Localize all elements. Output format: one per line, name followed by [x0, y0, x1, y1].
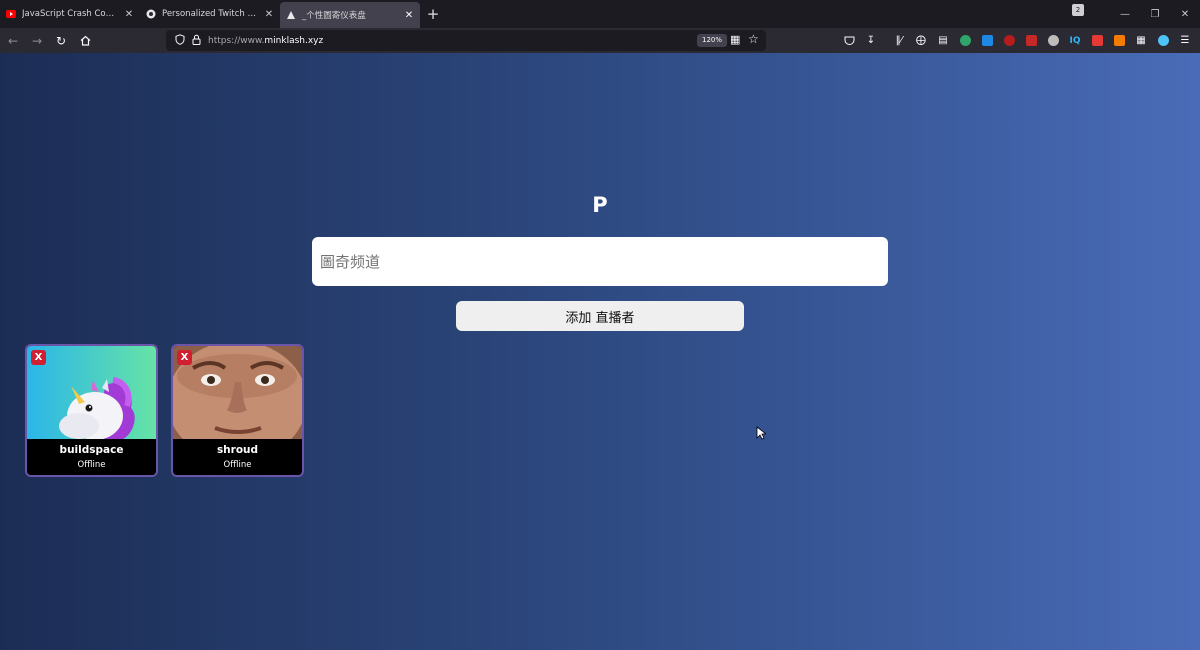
- qr-code-icon[interactable]: ▦: [730, 33, 740, 46]
- close-tab-icon[interactable]: ✕: [404, 10, 414, 21]
- grid-extension-icon[interactable]: ▦: [1132, 32, 1150, 49]
- tab-title: Personalized Twitch Dashboard: [162, 9, 258, 19]
- pocket-icon[interactable]: [840, 32, 858, 49]
- youtube-icon: [6, 9, 16, 19]
- iq-extension-icon[interactable]: IQ: [1066, 32, 1084, 49]
- tab-title: _个性圖寄仪表盘: [302, 11, 366, 21]
- close-tab-icon[interactable]: ✕: [264, 9, 274, 20]
- window-close-icon[interactable]: ✕: [1170, 9, 1200, 20]
- streamer-name: buildspace: [59, 444, 124, 456]
- mouse-cursor-icon: [756, 426, 766, 440]
- page-title: P: [592, 193, 608, 217]
- home-icon[interactable]: [74, 30, 96, 52]
- streamer-status: Offline: [223, 460, 252, 470]
- streamer-status: Offline: [77, 460, 106, 470]
- bookmark-star-icon[interactable]: ☆: [748, 32, 759, 46]
- add-streamer-button[interactable]: 添加 直播者: [456, 301, 744, 331]
- forward-arrow-icon[interactable]: →: [26, 30, 48, 52]
- channel-search-input[interactable]: [312, 237, 888, 286]
- streamer-info: shroud Offline: [173, 439, 302, 475]
- extension-toolbar: ↧ ‖⁄ ⨁ ▤ IQ ▦ ☰: [840, 32, 1194, 49]
- lock-icon[interactable]: [188, 34, 204, 48]
- menu-hamburger-icon[interactable]: ☰: [1176, 32, 1194, 49]
- remove-streamer-button[interactable]: X: [31, 350, 46, 365]
- tab-strip: JavaScript Crash Course For Beginners ✕ …: [0, 0, 1200, 28]
- download-icon[interactable]: ↧: [862, 32, 880, 49]
- close-tab-icon[interactable]: ✕: [124, 9, 134, 20]
- new-tab-button[interactable]: +: [420, 0, 446, 28]
- unicorn-avatar-image: [27, 346, 156, 439]
- tab-active-dashboard[interactable]: _个性圖寄仪表盘 ✕: [280, 2, 420, 28]
- green-extension-icon[interactable]: [956, 32, 974, 49]
- globe-icon: [146, 9, 156, 19]
- shroud-avatar-image: [173, 346, 302, 439]
- shield-icon[interactable]: [172, 33, 188, 48]
- minimize-icon[interactable]: —: [1110, 9, 1140, 20]
- tab-personalized-twitch-dashboard[interactable]: Personalized Twitch Dashboard ✕: [140, 0, 280, 28]
- back-arrow-icon[interactable]: ←: [2, 30, 24, 52]
- remove-streamer-button[interactable]: X: [177, 350, 192, 365]
- streamer-card-shroud[interactable]: X shroud Offline: [171, 344, 304, 477]
- grey-extension-icon[interactable]: [1044, 32, 1062, 49]
- blue-extension-icon[interactable]: [978, 32, 996, 49]
- navigation-bar: ← → ↻ https://www.minklash.xyz 120% ▦ ☆ …: [0, 28, 1200, 53]
- reload-icon[interactable]: ↻: [50, 30, 72, 52]
- tab-title: JavaScript Crash Course For Beginners: [22, 9, 118, 19]
- red-extension-icon[interactable]: [1022, 32, 1040, 49]
- tray-badge-icon: 2: [1072, 4, 1084, 16]
- restore-icon[interactable]: ❐: [1140, 9, 1170, 20]
- zoom-level-badge[interactable]: 120%: [697, 34, 728, 47]
- url-text[interactable]: https://www.minklash.xyz: [208, 36, 323, 46]
- extensions-puzzle-icon[interactable]: ⨁: [912, 32, 930, 49]
- dashboard-page: P 添加 直播者 X: [0, 53, 1200, 650]
- new-badge-extension-icon[interactable]: [1088, 32, 1106, 49]
- ublock-icon[interactable]: [1000, 32, 1018, 49]
- reader-view-icon[interactable]: ▤: [934, 32, 952, 49]
- library-icon[interactable]: ‖⁄: [890, 32, 908, 49]
- tab-javascript-crash-course[interactable]: JavaScript Crash Course For Beginners ✕: [0, 0, 140, 28]
- account-icon[interactable]: [1154, 32, 1172, 49]
- streamer-card-buildspace[interactable]: X buildspace Offline: [25, 344, 158, 477]
- window-controls: — ❐ ✕: [1110, 0, 1200, 28]
- streamer-info: buildspace Offline: [27, 439, 156, 475]
- triangle-logo-icon: [286, 10, 296, 20]
- streamer-name: shroud: [216, 444, 259, 456]
- address-bar[interactable]: https://www.minklash.xyz 120% ▦ ☆: [166, 30, 766, 51]
- fox-extension-icon[interactable]: [1110, 32, 1128, 49]
